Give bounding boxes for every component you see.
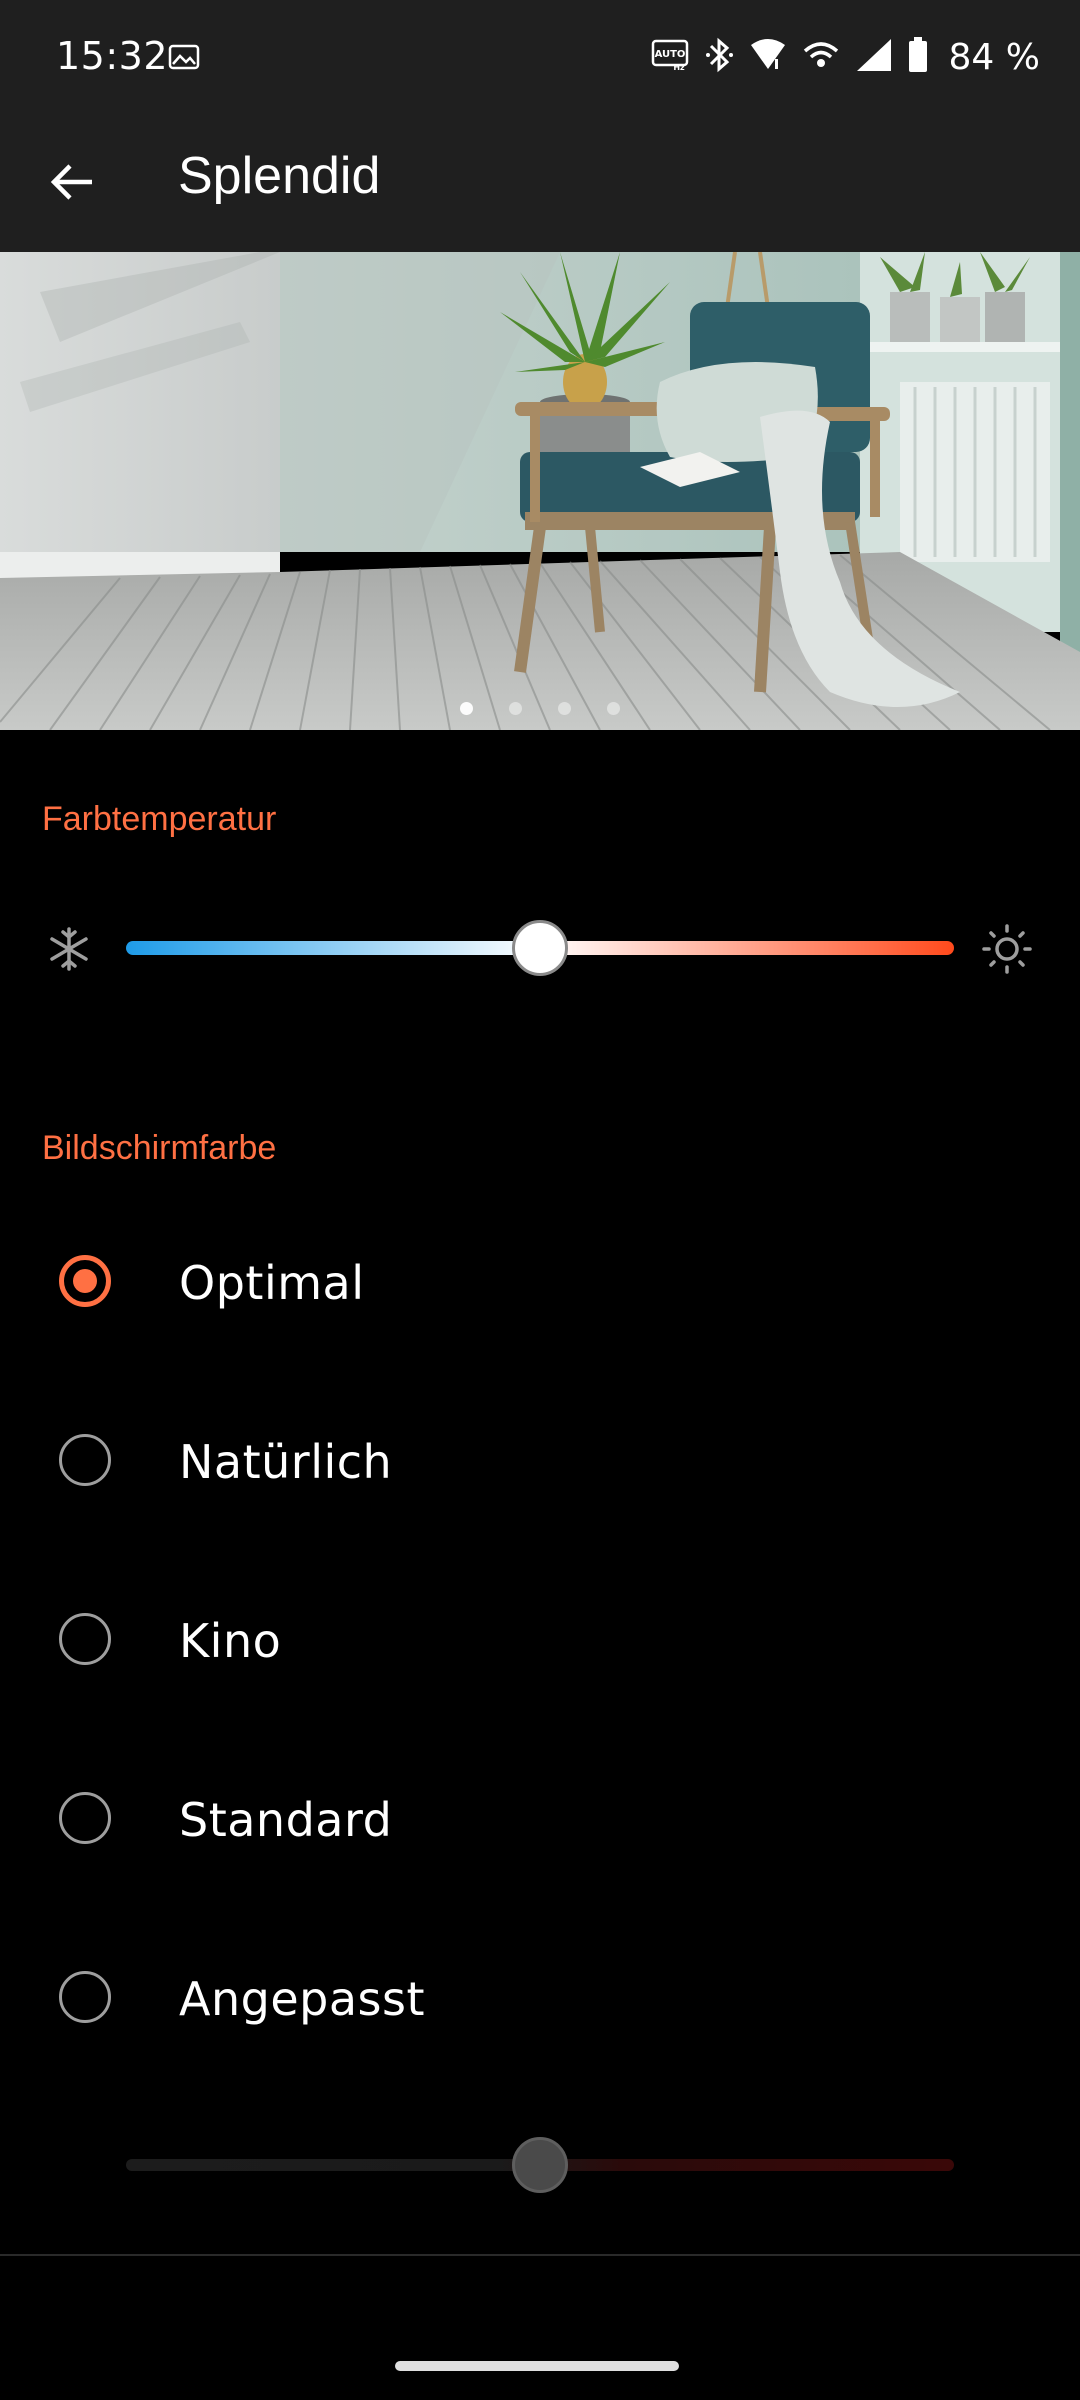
svg-text:AUTO: AUTO (654, 49, 685, 60)
color-temperature-thumb[interactable] (512, 920, 568, 976)
bluetooth-icon (705, 36, 735, 78)
color-temperature-heading: Farbtemperatur (42, 800, 277, 838)
status-icons: AUTO Hz 84 % (651, 30, 1040, 84)
wifi-icon (749, 37, 787, 77)
divider (0, 2254, 1080, 2256)
radio-label: Natürlich (179, 1435, 393, 1489)
radio-option-kino[interactable]: Kino (0, 1564, 1080, 1714)
radio-button[interactable] (59, 1792, 111, 1844)
snowflake-icon (46, 926, 92, 972)
sun-icon (982, 924, 1032, 974)
radio-label: Angepasst (179, 1972, 425, 2026)
radio-button[interactable] (59, 1434, 111, 1486)
screen-color-heading: Bildschirmfarbe (42, 1129, 277, 1167)
signal-icon (855, 37, 893, 77)
carousel-page-indicator (0, 702, 1080, 715)
radio-option-natuerlich[interactable]: Natürlich (0, 1385, 1080, 1535)
app-bar: Splendid (0, 116, 1080, 252)
image-icon (168, 44, 200, 70)
status-bar: 15:32 AUTO Hz 84 % (0, 0, 1080, 116)
radio-option-optimal[interactable]: Optimal (0, 1206, 1080, 1356)
radio-button[interactable] (59, 1255, 111, 1307)
color-temperature-slider-row (0, 908, 1080, 988)
radio-option-angepasst[interactable]: Angepasst (0, 1922, 1080, 2072)
back-button[interactable] (36, 148, 108, 220)
radio-option-standard[interactable]: Standard (0, 1743, 1080, 1893)
page-title: Splendid (178, 147, 381, 205)
arrow-back-icon (48, 158, 96, 210)
carousel-dot[interactable] (558, 702, 571, 715)
carousel-dot[interactable] (607, 702, 620, 715)
radio-label: Standard (179, 1793, 393, 1847)
status-time: 15:32 (56, 34, 169, 78)
battery-percentage: 84 % (948, 36, 1040, 78)
carousel-dot[interactable] (460, 702, 473, 715)
radio-button[interactable] (59, 1613, 111, 1665)
hotspot-icon (801, 37, 841, 77)
preview-carousel[interactable] (0, 252, 1080, 730)
battery-icon (907, 36, 929, 78)
auto-hz-icon: AUTO Hz (651, 38, 691, 76)
radio-button[interactable] (59, 1971, 111, 2023)
gesture-navigation-handle[interactable] (395, 2361, 679, 2371)
preview-image (0, 252, 1080, 730)
custom-color-thumb (512, 2137, 568, 2193)
custom-color-slider (126, 2135, 954, 2195)
radio-label: Optimal (179, 1256, 365, 1310)
carousel-dot[interactable] (509, 702, 522, 715)
svg-text:Hz: Hz (673, 63, 685, 72)
radio-label: Kino (179, 1614, 282, 1668)
